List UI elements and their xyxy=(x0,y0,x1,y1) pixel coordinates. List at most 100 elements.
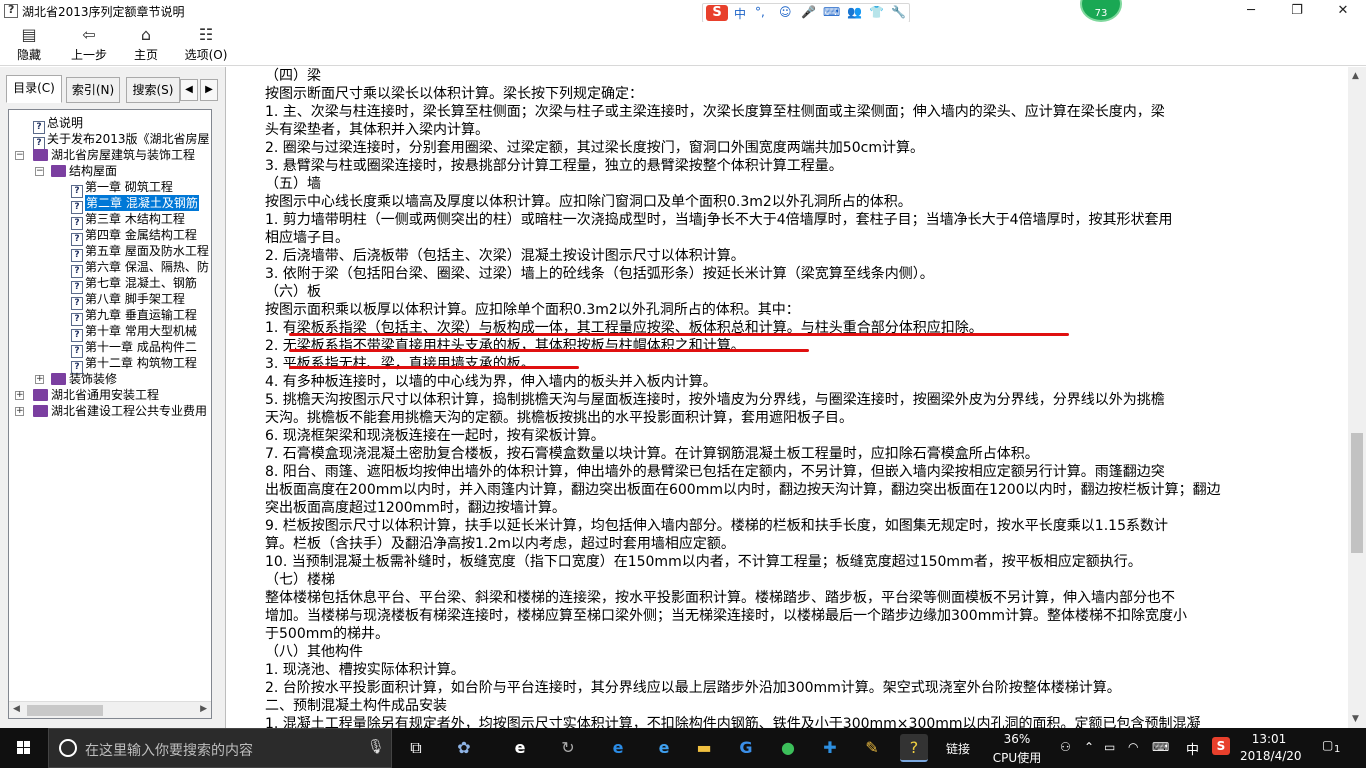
ime-toolbar[interactable]: S 中 °, ☺ 🎤 ⌨ 👥 👕 🔧 xyxy=(702,3,910,23)
ime-indicator[interactable]: 中 xyxy=(1186,739,1199,758)
ime-punct-icon[interactable]: °, xyxy=(755,5,765,19)
tree-item[interactable]: ? 第五章 屋面及防水工程 xyxy=(71,243,209,262)
tree-folder[interactable]: 湖北省房屋建筑与装饰工程 xyxy=(33,147,195,163)
sogou-tray-icon[interactable]: S xyxy=(1212,737,1230,755)
expand-icon[interactable]: + xyxy=(15,391,24,400)
internet-explorer-icon[interactable]: e xyxy=(650,734,678,762)
tree-item[interactable]: ? 第九章 垂直运输工程 xyxy=(71,307,197,326)
minimize-button[interactable]: ─ xyxy=(1228,0,1274,22)
tray-chevron-icon[interactable]: ⌃ xyxy=(1084,740,1094,754)
scroll-right-icon[interactable]: ▶ xyxy=(200,704,207,714)
collapse-icon[interactable]: − xyxy=(15,151,24,160)
tab-search[interactable]: 搜索(S) xyxy=(126,77,180,103)
content-line: 天沟。挑檐板不能套用挑檐天沟的定额。挑檐板按挑出的水平投影面积计算，套用遮阳板子… xyxy=(265,410,853,426)
ime-user-icon[interactable]: 👥 xyxy=(847,5,862,19)
options-label: 选项(O) xyxy=(184,48,228,62)
tab-scroll-left-icon[interactable]: ◀ xyxy=(180,79,198,101)
tree-item[interactable]: ? 第十一章 成品构件二 xyxy=(71,339,197,358)
start-button[interactable] xyxy=(0,728,48,768)
plus-app-icon[interactable]: ✚ xyxy=(816,734,844,762)
content-line: 4. 有多种板连接时，以墙的中心线为界，伸入墙内的板头并入板内计算。 xyxy=(265,374,717,390)
tree-item[interactable]: ? 第三章 木结构工程 xyxy=(71,211,185,230)
microphone-icon[interactable]: 🎙 xyxy=(367,739,385,755)
content-line: 整体楼梯包括休息平台、平台梁、斜梁和楼梯的连接梁，按水平投影面积计算。楼梯踏步、… xyxy=(265,590,1175,606)
tree-item[interactable]: ? 第七章 混凝土、钢筋 xyxy=(71,275,197,294)
home-button[interactable]: ⌂ 主页 xyxy=(126,24,166,64)
ime-voice-icon[interactable]: 🎤 xyxy=(801,5,816,19)
floating-badge[interactable]: 73 xyxy=(1080,0,1122,22)
task-view-icon[interactable]: ⧉ xyxy=(402,734,430,762)
tree-item[interactable]: ? 第十章 常用大型机械 xyxy=(71,323,197,342)
tree-item[interactable]: ? 第十二章 构筑物工程 xyxy=(71,355,197,374)
tree-horizontal-scrollbar[interactable]: ◀ ▶ xyxy=(9,701,211,718)
pinwheel-app-icon[interactable]: ✿ xyxy=(450,734,478,762)
tree-item[interactable]: ? 第四章 金属结构工程 xyxy=(71,227,197,246)
hide-icon: ▤ xyxy=(21,25,37,44)
tree-folder[interactable]: 湖北省建设工程公共专业费用 xyxy=(33,403,207,419)
action-center-icon[interactable]: ▢ xyxy=(1322,738,1333,752)
content-line: 8. 阳台、雨篷、遮阳板均按伸出墙外的体积计算，伸出墙外的悬臂梁已包括在定额内，… xyxy=(265,464,1165,480)
hide-button[interactable]: ▤ 隐藏 xyxy=(6,24,52,64)
links-toolbar[interactable]: 链接 xyxy=(946,740,970,757)
ime-skin-icon[interactable]: 👕 xyxy=(869,5,884,19)
tree-folder[interactable]: 装饰装修 xyxy=(51,371,117,387)
clock-time[interactable]: 13:01 xyxy=(1244,732,1294,746)
back-button[interactable]: ⇦ 上一步 xyxy=(64,24,114,64)
notes-app-icon[interactable]: ✎ xyxy=(858,734,886,762)
tree-item[interactable]: ? 关于发布2013版《湖北省房屋 xyxy=(33,131,210,150)
content-line: 于500mm的梯井。 xyxy=(265,626,389,642)
keyboard-icon[interactable]: ⌨ xyxy=(1152,740,1169,754)
scrollbar-thumb[interactable] xyxy=(27,705,103,716)
tab-index[interactable]: 索引(N) xyxy=(66,77,120,103)
close-button[interactable]: ✕ xyxy=(1320,0,1366,22)
expand-icon[interactable]: + xyxy=(15,407,24,416)
tree-item[interactable]: ? 第八章 脚手架工程 xyxy=(71,291,185,310)
sogou-logo-icon[interactable]: S xyxy=(706,5,728,21)
taskbar-search-box[interactable]: 在这里输入你要搜索的内容 🎙 xyxy=(48,728,392,768)
wifi-icon[interactable]: ◠ xyxy=(1128,740,1138,754)
scroll-up-icon[interactable]: ▲ xyxy=(1352,71,1359,81)
scroll-left-icon[interactable]: ◀ xyxy=(13,704,20,714)
tray-people-icon[interactable]: ⚇ xyxy=(1060,740,1071,754)
content-line: （七）楼梯 xyxy=(265,572,335,588)
tab-contents[interactable]: 目录(C) xyxy=(6,75,62,103)
file-explorer-icon[interactable]: ▬ xyxy=(690,734,718,762)
ime-keyboard-icon[interactable]: ⌨ xyxy=(823,5,840,19)
collapse-icon[interactable]: − xyxy=(35,167,44,176)
tree-item[interactable]: ? 总说明 xyxy=(33,115,83,134)
tree-item[interactable]: ? 第六章 保温、隔热、防 xyxy=(71,259,209,278)
green-app-icon[interactable]: ● xyxy=(774,734,802,762)
book-icon xyxy=(33,405,48,417)
tree-folder[interactable]: 湖北省通用安装工程 xyxy=(33,387,159,403)
scroll-down-icon[interactable]: ▼ xyxy=(1352,714,1359,724)
contents-tree[interactable]: ? 总说明 ? 关于发布2013版《湖北省房屋 − 湖北省房屋建筑与装饰工程 − 结… xyxy=(8,109,212,719)
ie-browser-icon[interactable]: e xyxy=(506,734,534,762)
edge-icon[interactable]: e xyxy=(604,734,632,762)
options-button[interactable]: ☷ 选项(O) xyxy=(180,24,232,64)
tree-folder[interactable]: 结构屋面 xyxy=(51,163,117,179)
content-vertical-scrollbar[interactable]: ▲ ▼ xyxy=(1348,67,1366,728)
ime-settings-icon[interactable]: 🔧 xyxy=(891,5,906,19)
clock-date[interactable]: 2018/4/20 xyxy=(1240,749,1302,763)
ime-lang-toggle[interactable]: 中 xyxy=(734,5,746,22)
g-browser-icon[interactable]: G xyxy=(732,734,760,762)
tree-item-selected[interactable]: ? 第二章 混凝土及钢筋 xyxy=(71,194,200,214)
windows-taskbar: 在这里输入你要搜索的内容 🎙 ⧉ ✿ e ↻ e e ▬ G ● ✚ ✎ ? 链… xyxy=(0,728,1366,768)
help-viewer-taskbar-icon[interactable]: ? xyxy=(900,734,928,762)
tab-scroll-right-icon[interactable]: ▶ xyxy=(200,79,218,101)
open-book-icon xyxy=(33,149,48,161)
content-line: 相应墙子目。 xyxy=(265,230,349,246)
windows-logo-icon xyxy=(17,741,30,754)
help-toolbar: ▤ 隐藏 ⇦ 上一步 ⌂ 主页 ☷ 选项(O) xyxy=(0,22,1366,66)
battery-icon[interactable]: ▭ xyxy=(1104,740,1115,754)
scrollbar-thumb[interactable] xyxy=(1351,433,1363,553)
back-label: 上一步 xyxy=(70,48,107,62)
content-line: 9. 栏板按图示尺寸以体积计算，扶手以延长米计算，均包括伸入墙内部分。楼梯的栏板… xyxy=(265,518,1168,534)
ime-emoji-icon[interactable]: ☺ xyxy=(779,5,792,19)
content-line: 6. 现浇框架梁和现浇板连接在一起时，按有梁板计算。 xyxy=(265,428,605,444)
tree-item[interactable]: ? 第一章 砌筑工程 xyxy=(71,179,173,198)
content-line: 2. 台阶按水平投影面积计算，如台阶与平台连接时，其分界线应以最上层踏步外沿加3… xyxy=(265,680,1121,696)
maximize-button[interactable]: ❐ xyxy=(1274,0,1320,22)
spiral-app-icon[interactable]: ↻ xyxy=(554,734,582,762)
expand-icon[interactable]: + xyxy=(35,375,44,384)
